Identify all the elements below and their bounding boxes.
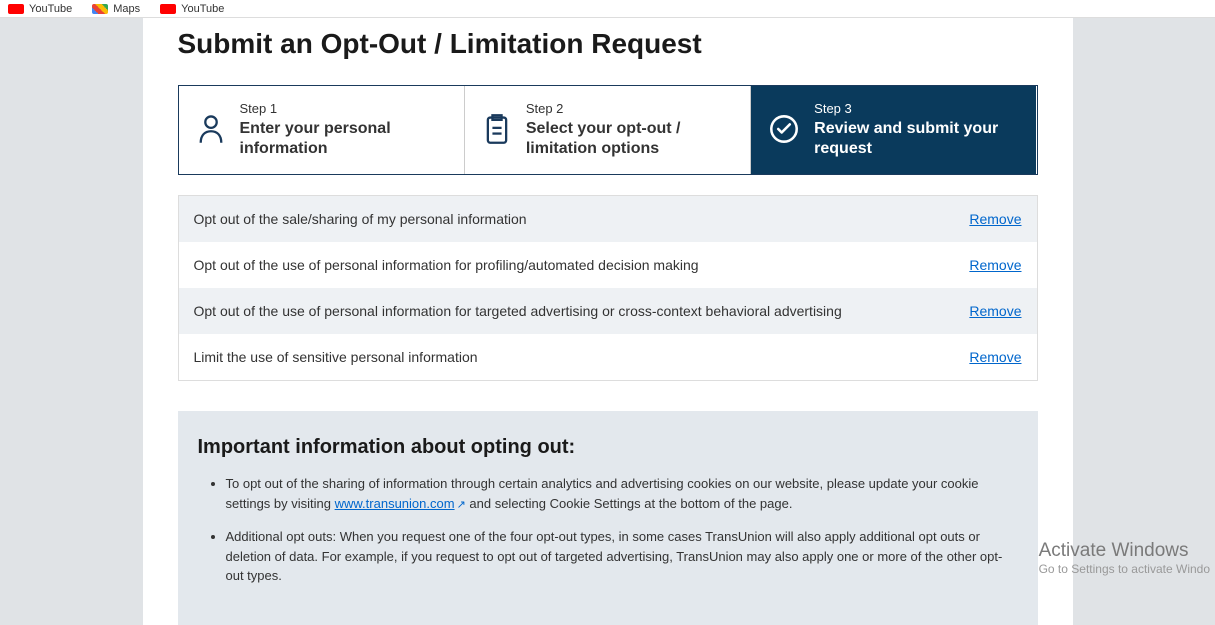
info-item: Additional opt outs: When you request on… [226,527,1018,586]
option-text: Opt out of the sale/sharing of my person… [194,211,527,227]
person-icon [197,113,225,148]
option-row: Limit the use of sensitive personal info… [179,334,1037,380]
option-text: Opt out of the use of personal informati… [194,257,699,273]
stepper: Step 1 Enter your personal information S… [178,85,1038,175]
info-item: To opt out of the sharing of information… [226,474,1018,513]
option-row: Opt out of the sale/sharing of my person… [179,196,1037,242]
step-3-active[interactable]: Step 3 Review and submit your request [751,86,1036,174]
page-background: Submit an Opt-Out / Limitation Request S… [0,18,1215,625]
step-text: Step 3 Review and submit your request [814,101,1018,159]
step-label: Step 1 [240,101,446,116]
step-title: Review and submit your request [814,119,1018,159]
browser-bookmarks-bar: YouTube Maps YouTube [0,0,1215,18]
page-title: Submit an Opt-Out / Limitation Request [178,18,1038,85]
maps-icon [92,4,108,14]
option-text: Limit the use of sensitive personal info… [194,349,478,365]
bookmark-maps[interactable]: Maps [92,3,140,15]
step-2[interactable]: Step 2 Select your opt-out / limitation … [465,86,751,174]
info-box: Important information about opting out: … [178,411,1038,625]
bookmark-youtube-2[interactable]: YouTube [160,3,224,15]
remove-link[interactable]: Remove [969,303,1021,319]
info-text: and selecting Cookie Settings at the bot… [466,496,793,511]
bookmark-youtube[interactable]: YouTube [8,3,72,15]
step-text: Step 1 Enter your personal information [240,101,446,159]
option-text: Opt out of the use of personal informati… [194,303,842,319]
option-row: Opt out of the use of personal informati… [179,242,1037,288]
bookmark-label: YouTube [29,3,72,15]
youtube-icon [160,4,176,14]
info-title: Important information about opting out: [198,436,1018,459]
remove-link[interactable]: Remove [969,211,1021,227]
external-link-icon: ↗ [457,497,466,514]
bookmark-label: YouTube [181,3,224,15]
step-title: Select your opt-out / limitation options [526,119,732,159]
remove-link[interactable]: Remove [969,257,1021,273]
bookmark-label: Maps [113,3,140,15]
step-label: Step 2 [526,101,732,116]
step-1[interactable]: Step 1 Enter your personal information [179,86,465,174]
youtube-icon [8,4,24,14]
remove-link[interactable]: Remove [969,349,1021,365]
step-text: Step 2 Select your opt-out / limitation … [526,101,732,159]
option-row: Opt out of the use of personal informati… [179,288,1037,334]
info-text: Additional opt outs: When you request on… [226,529,1003,583]
transunion-link[interactable]: www.transunion.com [335,496,455,511]
check-circle-icon [769,114,799,147]
selected-options-list: Opt out of the sale/sharing of my person… [178,195,1038,381]
step-title: Enter your personal information [240,119,446,159]
clipboard-icon [483,113,511,148]
content-area: Submit an Opt-Out / Limitation Request S… [143,18,1073,625]
info-list: To opt out of the sharing of information… [198,474,1018,586]
step-label: Step 3 [814,101,1018,116]
